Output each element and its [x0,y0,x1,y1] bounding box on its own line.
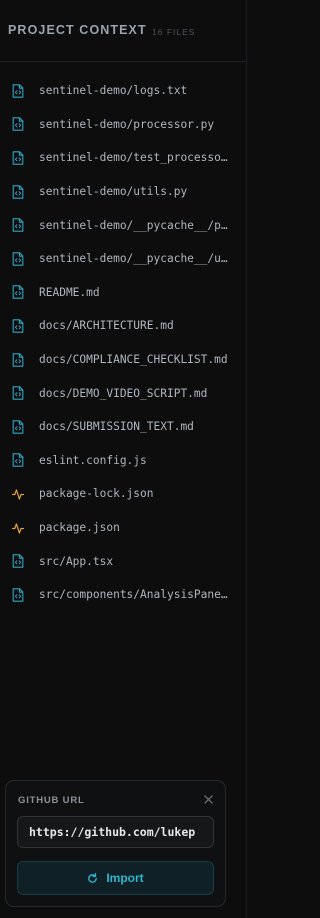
file-name: sentinel-demo/utils.py [39,185,188,199]
file-list: sentinel-demo/logs.txt sentinel-demo/proc… [0,74,246,612]
file-item[interactable]: src/components/AnalysisPanel.tsx [0,578,246,612]
file-item[interactable]: docs/ARCHITECTURE.md [0,309,246,343]
file-name: README.md [39,285,100,299]
import-button[interactable]: Import [17,861,214,895]
file-item[interactable]: docs/COMPLIANCE_CHECKLIST.md [0,343,246,377]
panel-header: PROJECT CONTEXT 16 FILES [0,0,246,62]
file-item[interactable]: package.json [0,511,246,545]
file-item[interactable]: docs/SUBMISSION_TEXT.md [0,410,246,444]
file-name: docs/SUBMISSION_TEXT.md [39,420,194,434]
file-code-icon [12,252,24,266]
file-name: docs/COMPLIANCE_CHECKLIST.md [39,353,228,367]
file-code-icon [12,184,24,199]
file-count-badge: 16 FILES [152,27,196,37]
file-name: sentinel-demo/__pycache__/processor.cpyt… [39,218,234,232]
activity-icon [12,521,24,535]
refresh-icon [87,872,98,884]
github-url-input[interactable] [17,816,214,848]
file-code-icon [12,453,24,468]
file-item[interactable]: package-lock.json [0,477,246,511]
file-name: sentinel-demo/logs.txt [39,84,188,98]
file-item[interactable]: sentinel-demo/utils.py [0,175,246,209]
file-code-icon [12,386,24,400]
close-icon[interactable] [201,792,215,806]
file-code-icon [12,319,24,333]
panel-title: PROJECT CONTEXT [8,23,147,37]
file-name: sentinel-demo/__pycache__/utils.cpython-… [39,252,234,266]
file-name: sentinel-demo/processor.py [39,117,215,131]
file-code-icon [12,419,24,434]
file-item[interactable]: sentinel-demo/logs.txt [0,74,246,108]
file-name: eslint.config.js [39,453,147,467]
file-item[interactable]: sentinel-demo/__pycache__/processor.cpyt… [0,208,246,242]
file-item[interactable]: sentinel-demo/test_processor.py [0,141,246,175]
file-code-icon [12,151,24,165]
file-name: src/components/AnalysisPanel.tsx [39,588,234,602]
file-name: sentinel-demo/test_processor.py [39,151,234,165]
file-item[interactable]: src/App.tsx [0,544,246,578]
file-name: package-lock.json [39,487,154,501]
file-item[interactable]: sentinel-demo/__pycache__/utils.cpython-… [0,242,246,276]
file-code-icon [12,285,24,300]
file-code-icon [12,218,24,232]
file-name: src/App.tsx [39,554,114,568]
file-name: docs/ARCHITECTURE.md [39,319,174,333]
file-code-icon [12,84,24,98]
activity-icon [12,487,24,501]
file-name: docs/DEMO_VIDEO_SCRIPT.md [39,386,208,400]
file-code-icon [12,587,24,602]
file-code-icon [12,117,24,132]
file-item[interactable]: sentinel-demo/processor.py [0,108,246,142]
file-item[interactable]: README.md [0,276,246,310]
file-code-icon [12,352,24,367]
file-name: package.json [39,521,120,535]
import-button-label: Import [106,871,144,885]
github-import-card: GITHUB URL Import [5,780,226,907]
file-item[interactable]: docs/DEMO_VIDEO_SCRIPT.md [0,376,246,410]
project-context-panel: PROJECT CONTEXT 16 FILES sentinel-demo/l… [0,0,247,918]
file-code-icon [12,554,24,568]
file-item[interactable]: eslint.config.js [0,444,246,478]
github-url-label: GITHUB URL [18,795,85,806]
